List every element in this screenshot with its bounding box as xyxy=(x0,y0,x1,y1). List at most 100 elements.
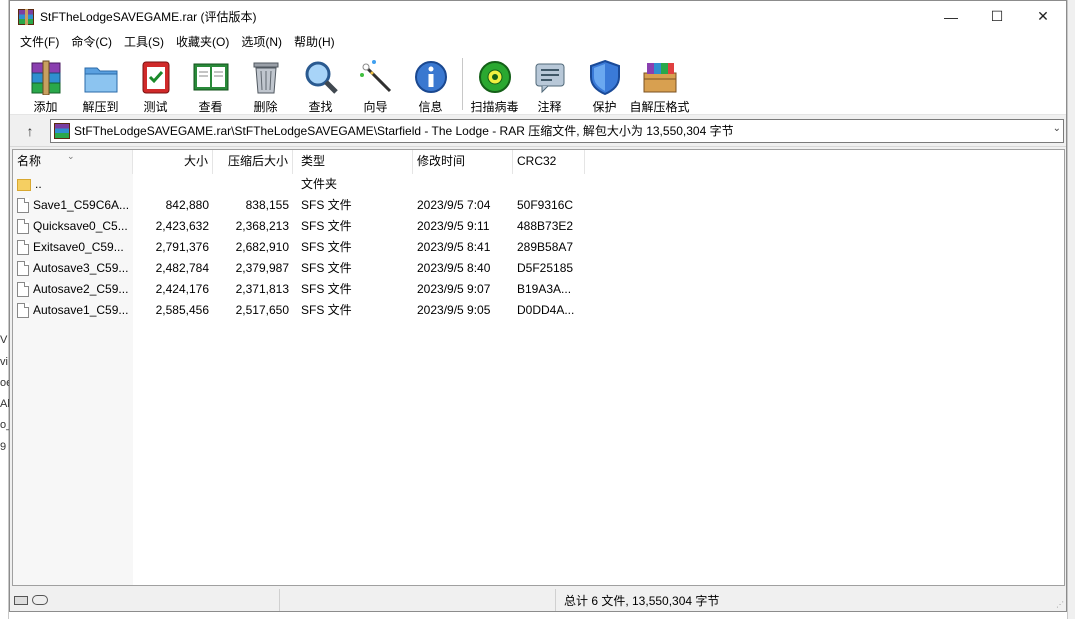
wizard-button[interactable]: 向导 xyxy=(348,52,403,115)
wizard-wand-icon xyxy=(357,58,395,95)
item-crc: B19A3A... xyxy=(517,282,572,296)
resize-grip-icon[interactable]: ⋰ xyxy=(1056,600,1064,609)
extract-to-button[interactable]: 解压到 xyxy=(73,52,128,115)
background-window-right-edge xyxy=(1067,0,1075,619)
menu-bar: 文件(F) 命令(C) 工具(S) 收藏夹(O) 选项(N) 帮助(H) xyxy=(10,32,1066,52)
protect-button[interactable]: 保护 xyxy=(577,52,632,115)
up-folder-icon[interactable]: ↑ xyxy=(10,123,50,139)
chevron-down-icon[interactable]: ⌄ xyxy=(1053,123,1061,134)
add-button[interactable]: 添加 xyxy=(18,52,73,115)
column-header-modified[interactable]: 修改时间 xyxy=(413,150,513,174)
list-item[interactable]: Save1_C59C6A... 842,880 838,155 SFS 文件 2… xyxy=(13,195,1064,216)
minimize-button[interactable]: — xyxy=(928,1,974,32)
sort-chevron-icon: ⌄ xyxy=(67,151,75,161)
item-size: 2,791,376 xyxy=(155,240,209,254)
drive-icon[interactable] xyxy=(14,595,28,605)
winrar-app-icon[interactable] xyxy=(18,8,34,25)
item-packed: 2,682,910 xyxy=(235,240,289,254)
menu-file[interactable]: 文件(F) xyxy=(14,32,65,52)
tool-label: 注释 xyxy=(537,100,562,114)
bg-letter: V xyxy=(0,334,8,346)
address-path: StFTheLodgeSAVEGAME.rar\StFTheLodgeSAVEG… xyxy=(74,124,734,138)
item-name: Save1_C59C6A... xyxy=(33,198,129,212)
key-icon[interactable] xyxy=(32,595,48,605)
file-icon xyxy=(17,219,29,234)
item-modified: 2023/9/5 9:05 xyxy=(417,303,491,317)
column-header-type[interactable]: 类型 xyxy=(293,150,413,174)
item-modified: 2023/9/5 9:07 xyxy=(417,282,491,296)
test-button[interactable]: 测试 xyxy=(128,52,183,115)
item-type: SFS 文件 xyxy=(301,219,352,233)
list-item[interactable]: Autosave2_C59... 2,424,176 2,371,813 SFS… xyxy=(13,279,1064,300)
tool-label: 自解压格式 xyxy=(629,100,690,114)
view-button[interactable]: 查看 xyxy=(183,52,238,115)
virus-scan-icon xyxy=(476,58,514,95)
comment-icon xyxy=(531,58,569,95)
list-item-parent-folder[interactable]: .. 文件夹 xyxy=(13,174,1064,195)
list-header: 名称 ⌄ 大小 压缩后大小 类型 修改时间 CRC32 xyxy=(13,150,1064,174)
close-button[interactable]: ✕ xyxy=(1020,1,1066,32)
item-crc: 289B58A7 xyxy=(517,240,574,254)
item-size: 2,424,176 xyxy=(155,282,209,296)
item-crc: 50F9316C xyxy=(517,198,574,212)
title-bar[interactable]: StFTheLodgeSAVEGAME.rar (评估版本) — ☐ ✕ xyxy=(10,1,1066,32)
menu-favorites[interactable]: 收藏夹(O) xyxy=(170,32,235,52)
column-header-crc[interactable]: CRC32 xyxy=(513,150,585,174)
column-header-size[interactable]: 大小 xyxy=(133,150,213,174)
item-size: 2,423,632 xyxy=(155,219,209,233)
tool-label: 查找 xyxy=(308,100,333,114)
winrar-window: StFTheLodgeSAVEGAME.rar (评估版本) — ☐ ✕ 文件(… xyxy=(9,0,1067,612)
delete-button[interactable]: 删除 xyxy=(238,52,293,115)
item-type: SFS 文件 xyxy=(301,303,352,317)
sfx-button[interactable]: 自解压格式 xyxy=(629,52,690,115)
file-list[interactable]: 名称 ⌄ 大小 压缩后大小 类型 修改时间 CRC32 .. 文件夹 Save1… xyxy=(12,149,1065,586)
item-name: Autosave1_C59... xyxy=(33,303,129,317)
extract-folder-icon xyxy=(82,58,120,95)
menu-commands[interactable]: 命令(C) xyxy=(65,32,118,52)
menu-options[interactable]: 选项(N) xyxy=(235,32,288,52)
list-item[interactable]: Exitsave0_C59... 2,791,376 2,682,910 SFS… xyxy=(13,237,1064,258)
item-crc: D5F25185 xyxy=(517,261,574,275)
background-window-edge: V vi oe All o_ 9 xyxy=(0,0,12,619)
tool-label: 向导 xyxy=(363,100,388,114)
tool-label: 查看 xyxy=(198,100,223,114)
magnifier-icon xyxy=(302,58,340,95)
address-combo[interactable]: StFTheLodgeSAVEGAME.rar\StFTheLodgeSAVEG… xyxy=(50,118,1064,143)
file-icon xyxy=(17,240,29,255)
tool-label: 解压到 xyxy=(82,100,119,114)
find-button[interactable]: 查找 xyxy=(293,52,348,115)
item-packed: 838,155 xyxy=(245,198,289,212)
item-name: Quicksave0_C5... xyxy=(33,219,128,233)
maximize-button[interactable]: ☐ xyxy=(974,1,1020,32)
toolbar-separator xyxy=(462,58,463,110)
info-icon xyxy=(412,58,450,95)
file-icon xyxy=(17,282,29,297)
tool-label: 保护 xyxy=(592,100,617,114)
item-packed: 2,368,213 xyxy=(235,219,289,233)
tool-label: 测试 xyxy=(143,100,168,114)
folder-icon xyxy=(17,178,31,191)
item-modified: 2023/9/5 8:40 xyxy=(417,261,491,275)
comment-button[interactable]: 注释 xyxy=(522,52,577,115)
item-modified: 2023/9/5 8:41 xyxy=(417,240,491,254)
tool-label: 扫描病毒 xyxy=(470,100,519,114)
item-type: SFS 文件 xyxy=(301,240,352,254)
info-button[interactable]: 信息 xyxy=(403,52,458,115)
menu-help[interactable]: 帮助(H) xyxy=(288,32,341,52)
test-clipboard-icon xyxy=(137,58,175,95)
address-bar: ↑ StFTheLodgeSAVEGAME.rar\StFTheLodgeSAV… xyxy=(10,115,1066,147)
column-header-name[interactable]: 名称 ⌄ xyxy=(13,150,133,174)
virus-scan-button[interactable]: 扫描病毒 xyxy=(467,52,522,115)
item-name: .. xyxy=(35,177,42,191)
column-header-packed[interactable]: 压缩后大小 xyxy=(213,150,293,174)
item-name: Autosave3_C59... xyxy=(33,261,129,275)
file-icon xyxy=(17,198,29,213)
item-packed: 2,379,987 xyxy=(235,261,289,275)
list-item[interactable]: Autosave3_C59... 2,482,784 2,379,987 SFS… xyxy=(13,258,1064,279)
window-title: StFTheLodgeSAVEGAME.rar (评估版本) xyxy=(40,10,257,24)
menu-tools[interactable]: 工具(S) xyxy=(118,32,170,52)
list-item[interactable]: Autosave1_C59... 2,585,456 2,517,650 SFS… xyxy=(13,300,1064,321)
file-icon xyxy=(17,261,29,276)
list-item[interactable]: Quicksave0_C5... 2,423,632 2,368,213 SFS… xyxy=(13,216,1064,237)
view-book-icon xyxy=(192,58,230,95)
